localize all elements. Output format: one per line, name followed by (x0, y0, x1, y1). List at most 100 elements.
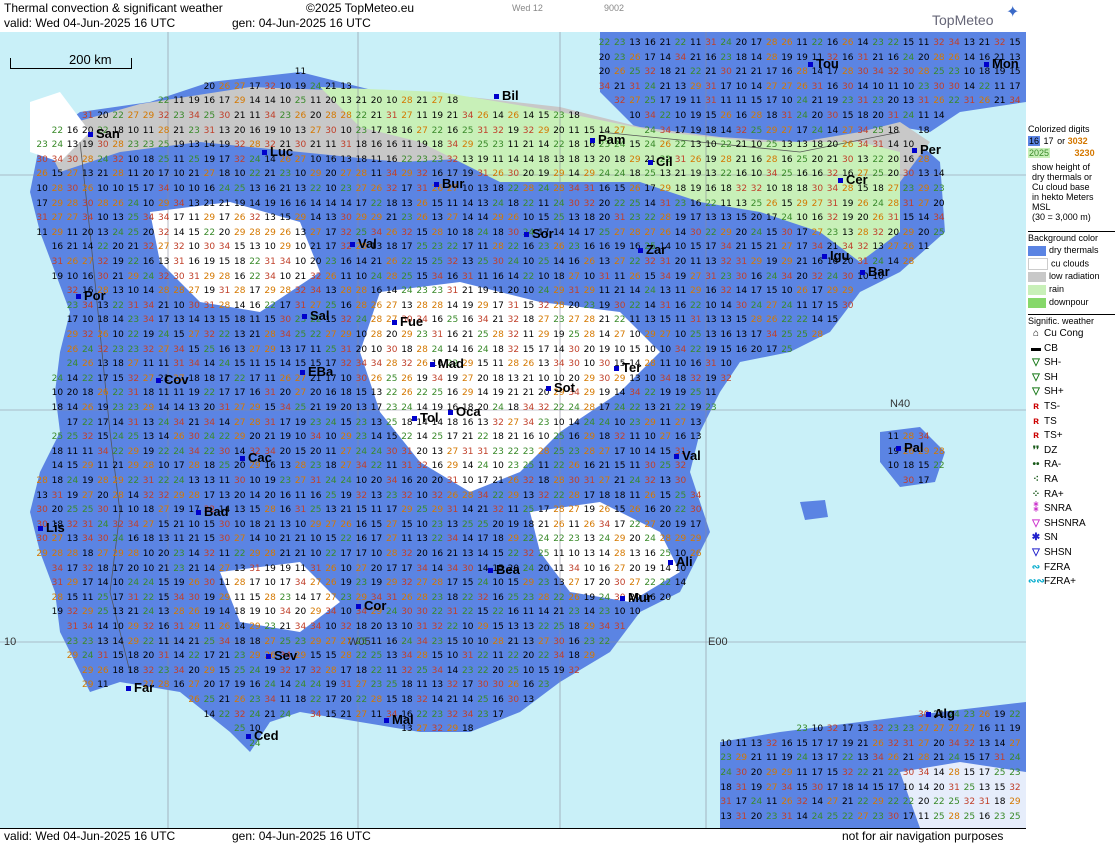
thermal-value: 10 (614, 607, 626, 618)
city-label[interactable]: Ced (246, 728, 279, 743)
thermal-value: 22 (112, 446, 124, 457)
map-title: Thermal convection & significant weather (4, 1, 223, 15)
city-label[interactable]: Por (76, 288, 106, 303)
city-label[interactable]: Sot (546, 380, 575, 395)
city-label[interactable]: Fue (392, 314, 423, 329)
city-label[interactable]: Bar (860, 264, 890, 279)
thermal-value: 10 (705, 300, 717, 311)
thermal-value: 23 (249, 695, 261, 705)
thermal-value: 17 (97, 373, 109, 384)
city-label[interactable]: San (88, 126, 120, 141)
weather-map[interactable]: 200 km N40 W05 E00 10 22 23 13 16 21 22 11 31 24… (0, 32, 1027, 828)
thermal-value: 11 (310, 344, 322, 355)
thermal-value: 17 (325, 695, 337, 705)
thermal-value: 20 (142, 651, 155, 662)
thermal-value: 20 (82, 227, 94, 238)
city-label[interactable]: Sev (266, 648, 297, 663)
city-label[interactable]: Mad (430, 356, 464, 371)
city-label[interactable]: Mal (384, 712, 414, 727)
city-label[interactable]: Luc (262, 144, 293, 159)
thermal-value: 21 (735, 242, 748, 253)
thermal-value: 18 (522, 315, 535, 326)
thermal-value: 32 (158, 490, 170, 501)
city-label[interactable]: Sor (524, 226, 554, 241)
thermal-value: 21 (492, 476, 504, 486)
city-label[interactable]: Cac (240, 450, 272, 465)
thermal-value: 22 (477, 432, 489, 443)
thermal-value: 29 (310, 169, 322, 180)
thermal-value: 19 (340, 490, 352, 501)
thermal-value: 16 (249, 680, 261, 691)
thermal-value: 23 (310, 417, 322, 428)
thermal-value: 20 (872, 111, 884, 121)
thermal-value: 28 (462, 490, 474, 501)
thermal-value: 18 (583, 213, 596, 224)
thermal-value: 25 (644, 169, 656, 180)
city-label[interactable]: Alg (926, 706, 955, 721)
thermal-value: 15 (416, 257, 428, 267)
thermal-value: 18 (674, 373, 687, 384)
city-label[interactable]: Zar (638, 242, 666, 257)
city-label[interactable]: Mon (984, 56, 1019, 71)
thermal-value: 20 (310, 111, 322, 121)
city-label[interactable]: Cov (156, 372, 189, 387)
thermal-value: 17 (1009, 81, 1021, 92)
city-label[interactable]: Ali (668, 554, 693, 569)
thermal-value: 19 (674, 271, 687, 282)
thermal-value: 21 (446, 695, 459, 705)
thermal-value: 18 (401, 344, 413, 355)
thermal-value: 34 (188, 359, 200, 370)
legend-wx-label: SN (1044, 532, 1058, 544)
thermal-value: 26 (416, 198, 428, 209)
city-label[interactable]: Bad (196, 504, 229, 519)
city-label[interactable]: Cor (356, 598, 386, 613)
thermal-value: 16 (811, 213, 824, 224)
thermal-value: 29 (614, 373, 626, 384)
thermal-value: 25 (644, 96, 656, 107)
thermal-value: 13 (340, 81, 352, 92)
city-label[interactable]: Tol (412, 410, 439, 425)
city-label[interactable]: Cil (648, 154, 673, 169)
city-label[interactable]: Bea (488, 562, 520, 577)
city-label[interactable]: Far (126, 680, 154, 695)
thermal-value: 29 (173, 490, 185, 501)
city-label[interactable]: Pam (590, 132, 625, 147)
thermal-value: 23 (598, 607, 611, 618)
city-label[interactable]: Ter (614, 360, 641, 375)
thermal-value: 18 (51, 403, 64, 413)
city-label[interactable]: Oca (448, 404, 481, 419)
city-label[interactable]: Mur (620, 590, 652, 605)
thermal-value: 21 (310, 403, 322, 413)
city-label[interactable]: Bur (434, 176, 464, 191)
thermal-value: 13 (66, 534, 79, 545)
thermal-value: 15 (659, 490, 672, 501)
thermal-value: 32 (492, 125, 504, 136)
legend-bg-item: cu clouds (1028, 258, 1089, 270)
city-label[interactable]: Igu (822, 248, 850, 263)
city-label[interactable]: Tou (808, 56, 839, 71)
thermal-value: 25 (279, 636, 292, 647)
thermal-value: 27 (842, 125, 854, 136)
thermal-value: 15 (750, 242, 763, 253)
thermal-value: 15 (234, 242, 246, 253)
city-label[interactable]: Cer (838, 172, 868, 187)
city-label[interactable]: Bil (494, 88, 519, 103)
thermal-value: 18 (568, 651, 580, 662)
city-label[interactable]: Val (350, 236, 377, 251)
thermal-value: 28 (750, 315, 763, 326)
thermal-value: 19 (644, 563, 656, 574)
city-label[interactable]: Lis (38, 520, 65, 535)
thermal-value: 31 (462, 446, 474, 457)
city-label[interactable]: Per (912, 142, 941, 157)
city-label[interactable]: EBa (300, 364, 333, 379)
thermal-value: 19 (446, 373, 459, 384)
thermal-value: 32 (522, 549, 535, 559)
thermal-value: 16 (690, 359, 702, 370)
thermal-value: 20 (659, 505, 672, 516)
thermal-value: 26 (279, 227, 292, 238)
thermal-value: 11 (36, 227, 48, 238)
city-label[interactable]: Val (674, 448, 701, 463)
city-label[interactable]: Sal (302, 308, 330, 323)
city-label[interactable]: Pal (896, 440, 924, 455)
thermal-value: 28 (188, 461, 200, 472)
